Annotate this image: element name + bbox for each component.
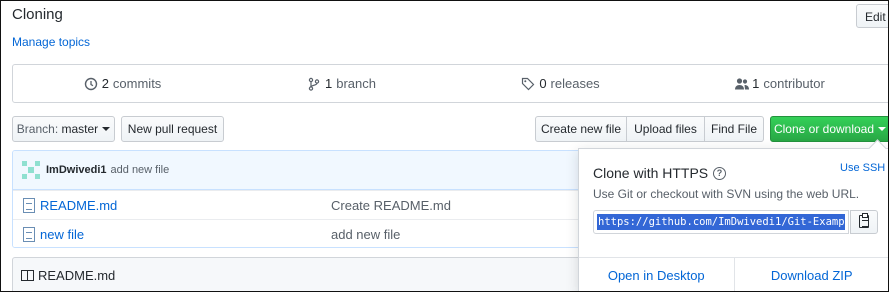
clone-popover: Clone with HTTPS ? Use SSH Use Git or ch… <box>578 148 889 291</box>
releases-label: releases <box>550 76 600 91</box>
file-name[interactable]: README.md <box>40 198 331 213</box>
question-icon[interactable]: ? <box>713 167 726 180</box>
repo-page: Cloning Manage topics Edit 2 commits 1 b… <box>0 0 889 292</box>
branch-label: Branch: <box>16 122 59 136</box>
branches-count: 1 <box>325 76 333 91</box>
branches-summary[interactable]: 1 branch <box>232 65 451 102</box>
repo-description: Cloning <box>12 6 63 23</box>
download-zip-button[interactable]: Download ZIP <box>733 258 889 291</box>
clone-actions: Open in Desktop Download ZIP <box>579 257 889 291</box>
open-in-desktop-button[interactable]: Open in Desktop <box>579 258 734 291</box>
new-pull-request-button[interactable]: New pull request <box>121 116 224 142</box>
clone-popover-title: Clone with HTTPS <box>593 165 709 181</box>
file-name[interactable]: new file <box>40 227 331 242</box>
commits-count: 2 <box>101 76 109 91</box>
clone-url-value: https://github.com/ImDwivedi1/Git-Exampl <box>597 214 845 230</box>
commit-author[interactable]: ImDwivedi1 <box>46 164 107 176</box>
use-ssh-link[interactable]: Use SSH <box>840 162 885 174</box>
branch-select-button[interactable]: Branch: master <box>12 116 115 142</box>
create-new-file-button[interactable]: Create new file <box>535 116 627 142</box>
people-icon <box>734 77 750 91</box>
clone-url-input[interactable]: https://github.com/ImDwivedi1/Git-Exampl <box>593 210 849 234</box>
releases-summary[interactable]: 0 releases <box>451 65 670 102</box>
copy-url-button[interactable] <box>850 210 878 234</box>
commits-summary[interactable]: 2 commits <box>13 65 232 102</box>
history-icon <box>84 77 98 91</box>
readme-title: README.md <box>38 267 116 283</box>
contributors-label: contributor <box>763 76 825 91</box>
file-icon <box>23 197 35 213</box>
branches-label: branch <box>336 76 376 91</box>
releases-count: 0 <box>539 76 547 91</box>
commits-label: commits <box>112 76 162 91</box>
chevron-down-icon <box>878 127 887 131</box>
clipboard-icon <box>859 213 869 228</box>
tag-icon <box>521 77 535 91</box>
manage-topics-link[interactable]: Manage topics <box>12 35 90 49</box>
find-file-button[interactable]: Find File <box>704 116 764 142</box>
file-icon <box>23 226 35 242</box>
avatar[interactable] <box>22 161 40 179</box>
chevron-down-icon <box>102 127 111 131</box>
clone-or-download-label: Clone or download <box>773 122 875 136</box>
branch-value: master <box>61 122 99 136</box>
contributors-summary[interactable]: 1 contributor <box>670 65 888 102</box>
book-icon <box>21 269 34 281</box>
upload-files-button[interactable]: Upload files <box>626 116 705 142</box>
contributors-count: 1 <box>752 76 760 91</box>
file-commit-message[interactable]: add new file <box>331 227 400 242</box>
repo-summary: 2 commits 1 branch 0 releases 1 contribu… <box>12 64 888 103</box>
clone-or-download-button[interactable]: Clone or download <box>770 116 888 142</box>
file-commit-message[interactable]: Create README.md <box>331 198 451 213</box>
git-branch-icon <box>307 77 321 91</box>
commit-message[interactable]: add new file <box>111 164 170 176</box>
clone-description: Use Git or checkout with SVN using the w… <box>593 187 860 201</box>
edit-description-button[interactable]: Edit <box>856 4 888 28</box>
